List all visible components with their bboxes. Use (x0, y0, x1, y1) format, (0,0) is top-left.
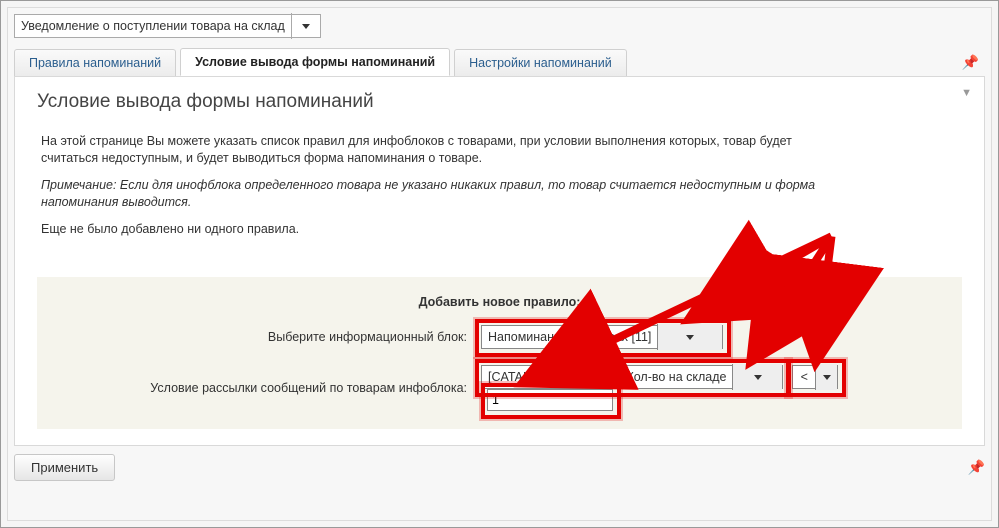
iblock-select[interactable]: Напоминание о товарах [11] (481, 325, 723, 349)
tab-condition[interactable]: Условие вывода формы напоминаний (180, 48, 450, 76)
pin-icon[interactable]: 📌 (962, 54, 979, 71)
add-rule-heading: Добавить новое правило: (41, 287, 958, 317)
notification-type-value: Уведомление о поступлении товара на скла… (15, 17, 291, 35)
help-desc-1: На этой странице Вы можете указать списо… (41, 133, 821, 167)
panel-title: Условие вывода формы напоминаний (37, 91, 962, 113)
apply-button[interactable]: Применить (14, 454, 115, 481)
property-select[interactable]: [CATALOG_QUANTITY] Кол-во на складе (481, 365, 783, 389)
iblock-label: Выберите информационный блок: (41, 317, 475, 357)
tab-settings[interactable]: Настройки напоминаний (454, 49, 627, 76)
collapse-icon[interactable]: ▼ (961, 87, 972, 99)
iblock-select-value: Напоминание о товарах [11] (482, 328, 657, 346)
operator-select-value: < (793, 368, 815, 386)
chevron-down-icon (815, 364, 838, 390)
notification-type-select[interactable]: Уведомление о поступлении товара на скла… (14, 14, 321, 38)
help-text: На этой странице Вы можете указать списо… (37, 127, 962, 253)
chevron-down-icon (657, 324, 722, 350)
property-select-value: [CATALOG_QUANTITY] Кол-во на складе (482, 368, 732, 386)
chevron-down-icon (291, 13, 320, 39)
condition-panel: ▼ Условие вывода формы напоминаний На эт… (14, 76, 985, 446)
tabs: Правила напоминаний Условие вывода формы… (14, 48, 985, 76)
chevron-down-icon (732, 364, 782, 390)
help-desc-3: Еще не было добавлено ни одного правила. (41, 221, 821, 238)
pin-icon[interactable]: 📌 (968, 459, 985, 476)
help-desc-2: Примечание: Если для инофблока определен… (41, 177, 821, 211)
value-input[interactable] (487, 389, 613, 411)
operator-select[interactable]: < (792, 365, 838, 389)
tab-rules[interactable]: Правила напоминаний (14, 49, 176, 76)
add-rule-block: Добавить новое правило: Выберите информа… (37, 277, 962, 429)
condition-label: Условие рассылки сообщений по товарам ин… (41, 357, 475, 419)
